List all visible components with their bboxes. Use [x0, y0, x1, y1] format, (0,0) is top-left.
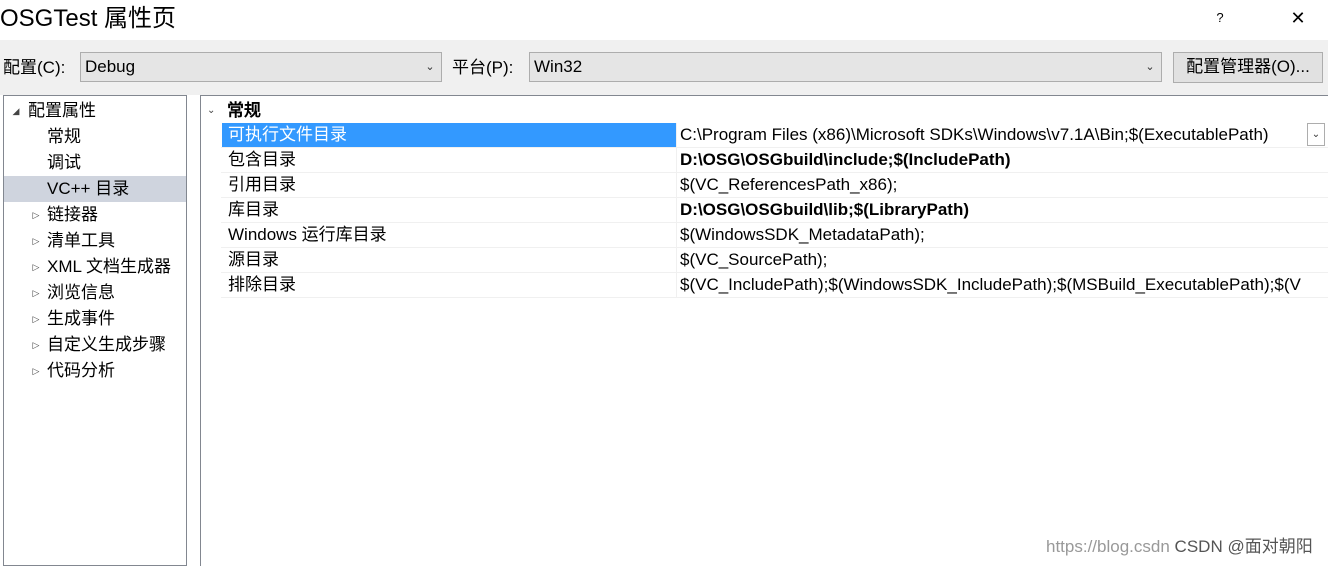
property-name[interactable]: 引用目录 — [222, 173, 676, 197]
tree-item-label: 自定义生成步骤 — [47, 335, 166, 354]
property-name[interactable]: 库目录 — [222, 198, 676, 222]
property-row[interactable]: 排除目录 $(VC_IncludePath);$(WindowsSDK_Inclu… — [221, 273, 1328, 298]
tree-item-label: 代码分析 — [47, 361, 115, 380]
property-row[interactable]: 库目录 D:\OSG\OSGbuild\lib;$(LibraryPath) — [221, 198, 1328, 223]
tree-item[interactable]: ▷ 自定义生成步骤 — [4, 332, 186, 358]
property-tree[interactable]: ◢ 配置属性 常规调试 VC++ 目录 ▷ 链接器 ▷ 清单工具 ▷ XML 文档生成器 ▷ 浏览… — [3, 95, 187, 566]
tree-item-label: 浏览信息 — [47, 283, 115, 302]
config-manager-button[interactable]: 配置管理器(O)... — [1173, 52, 1323, 83]
expand-triangle-icon[interactable]: ▷ — [30, 332, 42, 358]
watermark-brand: CSDN @面对朝阳 — [1174, 537, 1313, 556]
expand-triangle-icon[interactable]: ▷ — [30, 280, 42, 306]
property-value[interactable]: $(VC_ReferencesPath_x86); — [680, 173, 1328, 197]
platform-dropdown[interactable]: Win32 ⌄ — [529, 52, 1162, 82]
property-value[interactable]: $(WindowsSDK_MetadataPath); — [680, 223, 1328, 247]
property-row[interactable]: Windows 运行库目录 $(WindowsSDK_MetadataPath); — [221, 223, 1328, 248]
value-dropdown-icon[interactable]: ⌄ — [1307, 123, 1325, 146]
expand-triangle-icon[interactable]: ▷ — [30, 254, 42, 280]
expand-triangle-icon[interactable]: ▷ — [30, 358, 42, 384]
expand-triangle-icon[interactable]: ▷ — [30, 228, 42, 254]
tree-item-label: 常规 — [47, 127, 81, 146]
tree-item[interactable]: 常规 — [4, 124, 186, 150]
tree-item[interactable]: 调试 — [4, 150, 186, 176]
tree-item[interactable]: ▷ 代码分析 — [4, 358, 186, 384]
property-row[interactable]: 可执行文件目录 C:\Program Files (x86)\Microsoft … — [221, 123, 1328, 148]
property-name[interactable]: Windows 运行库目录 — [222, 223, 676, 247]
expanded-triangle-icon[interactable]: ◢ — [10, 98, 22, 124]
chevron-down-icon: ⌄ — [1145, 61, 1155, 73]
category-label: 常规 — [227, 101, 261, 120]
chevron-down-icon: ⌄ — [425, 61, 435, 73]
property-row[interactable]: 包含目录 D:\OSG\OSGbuild\include;$(IncludePat… — [221, 148, 1328, 173]
tree-root-label: 配置属性 — [28, 101, 96, 120]
property-name[interactable]: 包含目录 — [222, 148, 676, 172]
tree-item-label: XML 文档生成器 — [47, 257, 172, 276]
property-value[interactable]: D:\OSG\OSGbuild\lib;$(LibraryPath) — [680, 198, 1328, 222]
tree-item[interactable]: VC++ 目录 — [4, 176, 186, 202]
property-value[interactable]: D:\OSG\OSGbuild\include;$(IncludePath) — [680, 148, 1328, 172]
tree-item[interactable]: ▷ XML 文档生成器 — [4, 254, 186, 280]
tree-item-label: 链接器 — [47, 205, 98, 224]
tree-item[interactable]: ▷ 浏览信息 — [4, 280, 186, 306]
config-dropdown-value: Debug — [85, 57, 136, 76]
property-grid: ⌄ 常规 可执行文件目录 C:\Program Files (x86)\Micro… — [200, 95, 1328, 566]
configuration-toolbar: 配置(C): Debug ⌄ 平台(P): Win32 ⌄ 配置管理器(O)..… — [0, 40, 1328, 95]
title-bar: OSGTest 属性页 ? ✕ — [0, 0, 1328, 40]
expand-triangle-icon[interactable]: ▷ — [30, 202, 42, 228]
tree-item-label: 调试 — [47, 153, 81, 172]
property-name[interactable]: 排除目录 — [222, 273, 676, 297]
platform-label: 平台(P): — [452, 58, 514, 77]
watermark-url: https://blog.csdn — [1046, 537, 1170, 556]
category-general[interactable]: ⌄ 常规 — [201, 99, 1328, 123]
property-name[interactable]: 可执行文件目录 — [222, 123, 676, 147]
property-name[interactable]: 源目录 — [222, 248, 676, 272]
config-dropdown[interactable]: Debug ⌄ — [80, 52, 442, 82]
expand-triangle-icon[interactable]: ▷ — [30, 306, 42, 332]
property-value[interactable]: C:\Program Files (x86)\Microsoft SDKs\Wi… — [680, 123, 1307, 147]
help-button[interactable]: ? — [1200, 6, 1240, 30]
tree-item[interactable]: ▷ 生成事件 — [4, 306, 186, 332]
tree-root-config-properties[interactable]: ◢ 配置属性 — [4, 98, 186, 124]
property-row[interactable]: 引用目录 $(VC_ReferencesPath_x86); — [221, 173, 1328, 198]
collapse-chevron-icon[interactable]: ⌄ — [207, 99, 215, 123]
platform-dropdown-value: Win32 — [534, 57, 583, 76]
property-value[interactable]: $(VC_SourcePath); — [680, 248, 1328, 272]
tree-item-label: VC++ 目录 — [47, 179, 130, 198]
property-row[interactable]: 源目录 $(VC_SourcePath); — [221, 248, 1328, 273]
tree-item-label: 生成事件 — [47, 309, 115, 328]
close-button[interactable]: ✕ — [1278, 6, 1318, 30]
tree-item-label: 清单工具 — [47, 231, 115, 250]
tree-item[interactable]: ▷ 链接器 — [4, 202, 186, 228]
watermark: https://blog.csdn CSDN @面对朝阳 — [1046, 535, 1313, 559]
window-title: OSGTest 属性页 — [0, 5, 177, 32]
tree-item[interactable]: ▷ 清单工具 — [4, 228, 186, 254]
column-divider[interactable] — [676, 123, 677, 297]
property-value[interactable]: $(VC_IncludePath);$(WindowsSDK_IncludePa… — [680, 273, 1328, 297]
config-label: 配置(C): — [3, 58, 66, 77]
